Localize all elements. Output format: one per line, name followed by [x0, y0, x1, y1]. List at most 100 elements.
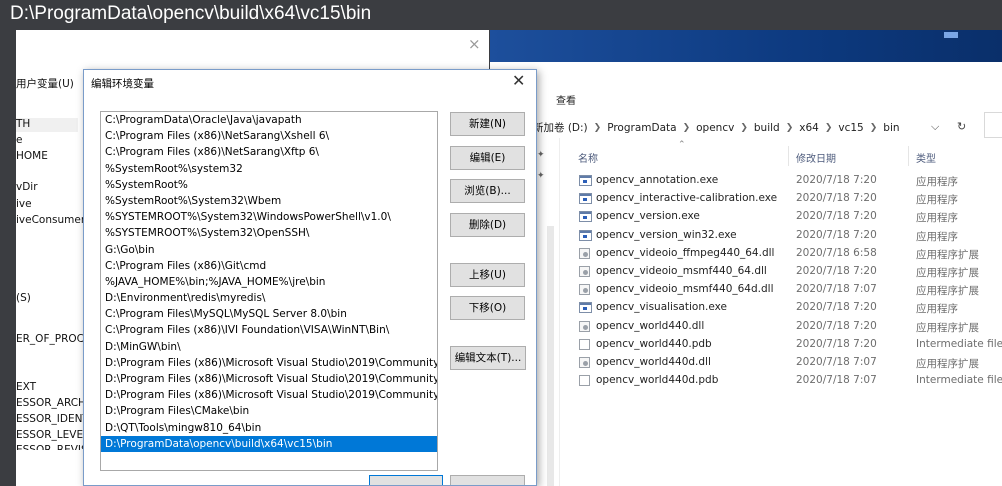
column-header-date[interactable]: 修改日期: [796, 150, 836, 165]
file-row[interactable]: opencv_world440.dll 2020/7/18 7:20 应用程序扩展: [576, 318, 1002, 336]
explorer-title-bar: [490, 30, 1002, 62]
file-row[interactable]: opencv_version_win32.exe 2020/7/18 7:20 应用…: [576, 227, 1002, 245]
file-row[interactable]: opencv_videoio_ffmpeg440_64.dll 2020/7/18…: [576, 245, 1002, 263]
cancel-button[interactable]: [450, 475, 525, 485]
file-row[interactable]: opencv_world440d.pdb 2020/7/18 7:07 Interm…: [576, 372, 1002, 390]
list-item[interactable]: e: [16, 134, 22, 146]
path-list-item[interactable]: D:\Program Files (x86)\Microsoft Visual …: [101, 355, 437, 371]
nav-pane-scrollbar[interactable]: [547, 226, 554, 486]
path-list-item[interactable]: D:\Environment\redis\myredis\: [101, 290, 437, 306]
exe-file-icon: [579, 175, 592, 186]
move-up-button[interactable]: 上移(U): [450, 263, 525, 287]
ribbon-tab-view[interactable]: 查看: [556, 92, 576, 107]
column-divider[interactable]: [788, 146, 789, 166]
breadcrumb-programdata[interactable]: ProgramData: [607, 122, 676, 134]
list-item[interactable]: iveConsumer: [16, 214, 85, 226]
edit-button[interactable]: 编辑(E): [450, 146, 525, 170]
list-item[interactable]: ive: [16, 198, 32, 210]
list-item[interactable]: TH: [16, 118, 30, 130]
file-date: 2020/7/18 7:20: [796, 301, 877, 314]
breadcrumb-bin[interactable]: bin: [883, 122, 899, 134]
close-icon[interactable]: ✕: [512, 71, 525, 90]
breadcrumb: 新加卷 (D:) ❯ ProgramData ❯ opencv ❯ build …: [533, 120, 900, 135]
breadcrumb-drive[interactable]: 新加卷 (D:): [533, 120, 588, 135]
sort-up-icon: ⌃: [678, 140, 686, 150]
delete-button[interactable]: 删除(D): [450, 213, 525, 237]
path-list-item[interactable]: D:\QT\Tools\mingw810_64\bin: [101, 420, 437, 436]
search-box[interactable]: [984, 112, 1002, 138]
column-header-name[interactable]: 名称: [578, 150, 598, 165]
path-list-item[interactable]: %SystemRoot%\system32: [101, 161, 437, 177]
new-button[interactable]: 新建(N): [450, 112, 525, 136]
list-item[interactable]: ESSOR_IDENTI: [16, 413, 92, 425]
path-list-item[interactable]: D:\Program Files (x86)\Microsoft Visual …: [101, 387, 437, 403]
path-list-item[interactable]: G:\Go\bin: [101, 242, 437, 258]
path-list-item[interactable]: C:\Program Files (x86)\Git\cmd: [101, 258, 437, 274]
path-list-item[interactable]: C:\Program Files (x86)\NetSarang\Xftp 6\: [101, 144, 437, 160]
file-row[interactable]: opencv_interactive-calibration.exe 2020/7…: [576, 190, 1002, 208]
path-list-item[interactable]: D:\MinGW\bin\: [101, 339, 437, 355]
path-list-item[interactable]: C:\Program Files (x86)\NetSarang\Xshell …: [101, 128, 437, 144]
breadcrumb-opencv[interactable]: opencv: [696, 122, 734, 134]
file-row[interactable]: opencv_videoio_msmf440_64.dll 2020/7/18 7…: [576, 263, 1002, 281]
edit-text-button[interactable]: 编辑文本(T)...: [450, 346, 526, 370]
column-header-type[interactable]: 类型: [916, 150, 936, 165]
file-type: 应用程序: [916, 303, 958, 316]
address-bar[interactable]: 新加卷 (D:) ❯ ProgramData ❯ opencv ❯ build …: [533, 114, 973, 138]
list-item[interactable]: EXT: [16, 381, 36, 393]
file-name: opencv_world440.pdb: [596, 337, 712, 350]
path-list-item[interactable]: C:\Program Files (x86)\IVI Foundation\VI…: [101, 322, 437, 338]
path-list-item[interactable]: D:\Program Files\CMake\bin: [101, 403, 437, 419]
path-list-item[interactable]: %SYSTEMROOT%\System32\WindowsPowerShell\…: [101, 209, 437, 225]
list-item[interactable]: ER_OF_PROCE: [16, 333, 91, 345]
path-list-item[interactable]: D:\Program Files (x86)\Microsoft Visual …: [101, 371, 437, 387]
column-divider[interactable]: [908, 146, 909, 166]
path-list-item[interactable]: %SYSTEMROOT%\System32\OpenSSH\: [101, 225, 437, 241]
screen-caption: D:\ProgramData\opencv\build\x64\vc15\bin: [10, 3, 372, 24]
file-name: opencv_version_win32.exe: [596, 228, 737, 241]
file-date: 2020/7/18 7:20: [796, 319, 877, 332]
path-list-item[interactable]: %SystemRoot%: [101, 177, 437, 193]
path-list-item[interactable]: %SystemRoot%\System32\Wbem: [101, 193, 437, 209]
file-row[interactable]: opencv_world440d.dll 2020/7/18 7:07 应用程序扩展: [576, 354, 1002, 372]
ok-button[interactable]: [369, 475, 443, 485]
file-name: opencv_videoio_ffmpeg440_64.dll: [596, 246, 775, 259]
refresh-icon[interactable]: ↻: [957, 120, 966, 133]
breadcrumb-x64[interactable]: x64: [799, 122, 819, 134]
file-row[interactable]: opencv_annotation.exe 2020/7/18 7:20 应用程序: [576, 172, 1002, 190]
file-date: 2020/7/18 7:20: [796, 192, 877, 205]
file-name: opencv_annotation.exe: [596, 174, 719, 186]
path-list[interactable]: C:\ProgramData\Oracle\Java\javapath C:\Pr…: [100, 111, 438, 471]
breadcrumb-build[interactable]: build: [754, 122, 780, 134]
list-item[interactable]: ESSOR_LEVEL: [16, 429, 89, 441]
file-type: 应用程序: [916, 176, 958, 188]
chevron-right-icon: ❯: [824, 122, 833, 133]
file-row[interactable]: opencv_world440.pdb 2020/7/18 7:20 Interme…: [576, 336, 1002, 354]
move-down-button[interactable]: 下移(O): [450, 296, 525, 320]
file-row[interactable]: opencv_version.exe 2020/7/18 7:20 应用程序: [576, 208, 1002, 226]
path-list-item[interactable]: D:\ProgramData\opencv\build\x64\vc15\bin: [101, 435, 437, 452]
close-icon[interactable]: ×: [468, 35, 481, 53]
file-type: 应用程序: [916, 194, 958, 207]
file-name: opencv_videoio_msmf440_64d.dll: [596, 283, 774, 296]
minimize-icon[interactable]: [944, 32, 958, 38]
breadcrumb-vc15[interactable]: vc15: [838, 122, 863, 134]
file-row[interactable]: opencv_visualisation.exe 2020/7/18 7:20 应用…: [576, 299, 1002, 317]
chevron-down-icon[interactable]: ⌵: [931, 120, 939, 134]
list-item[interactable]: vDir: [16, 181, 38, 193]
file-type: 应用程序扩展: [916, 321, 979, 334]
list-item[interactable]: ESSOR_REVISI: [16, 444, 91, 450]
dialog-title: 编辑环境变量: [91, 78, 154, 90]
list-item[interactable]: HOME: [16, 150, 48, 162]
dll-file-icon: [579, 356, 590, 368]
file-type: 应用程序扩展: [916, 285, 979, 298]
browse-button[interactable]: 浏览(B)...: [450, 179, 525, 203]
file-type: 应用程序扩展: [916, 357, 979, 370]
path-list-item[interactable]: C:\Program Files\MySQL\MySQL Server 8.0\…: [101, 306, 437, 322]
exe-file-icon: [579, 193, 592, 205]
file-type: Intermediate file: [916, 337, 1002, 350]
path-list-item[interactable]: %JAVA_HOME%\bin;%JAVA_HOME%\jre\bin: [101, 274, 437, 290]
path-list-item[interactable]: C:\ProgramData\Oracle\Java\javapath: [101, 112, 437, 128]
dll-file-icon: [579, 247, 590, 259]
file-row[interactable]: opencv_videoio_msmf440_64d.dll 2020/7/18 …: [576, 281, 1002, 299]
